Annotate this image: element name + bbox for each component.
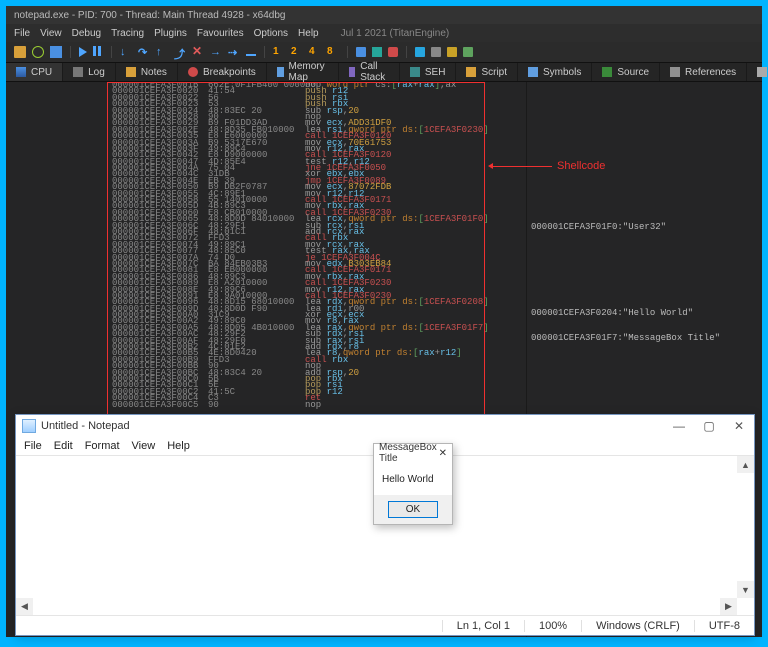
arrow-icon: [492, 166, 552, 167]
tab-breakpoints[interactable]: Breakpoints: [178, 63, 267, 81]
tab-script[interactable]: Script: [456, 63, 518, 81]
scroll-down-icon[interactable]: ▼: [737, 581, 754, 598]
debugger-title-text: notepad.exe - PID: 700 - Thread: Main Th…: [14, 10, 285, 21]
step-out-icon[interactable]: ↑: [156, 46, 168, 58]
hex-2-icon[interactable]: 2: [291, 46, 303, 58]
np-menu-edit[interactable]: Edit: [54, 440, 73, 452]
notepad-icon: [22, 419, 36, 433]
messagebox-title-text: MessageBox Title: [379, 442, 439, 464]
status-encoding: UTF-8: [694, 620, 754, 632]
debugger-tabbar: CPU Log Notes Breakpoints Memory Map Cal…: [6, 62, 762, 82]
tab-cpu[interactable]: CPU: [6, 63, 63, 81]
menu-options[interactable]: Options: [254, 28, 288, 39]
debugger-toolbar: ↓ ↷ ↑ ⤴ ✕ → ⇢ 1 2 4 8: [6, 42, 762, 62]
scroll-left-icon[interactable]: ◀: [16, 598, 33, 615]
trace-over-icon[interactable]: ⇢: [228, 46, 240, 58]
trace-into-icon[interactable]: →: [210, 46, 222, 58]
disasm-row[interactable]: 000001CEFA3F00C590nop: [6, 402, 526, 408]
tab-call-stack[interactable]: Call Stack: [339, 63, 400, 81]
menu-plugins[interactable]: Plugins: [154, 28, 187, 39]
notepad-statusbar: Ln 1, Col 1 100% Windows (CRLF) UTF-8: [16, 615, 754, 635]
np-menu-view[interactable]: View: [132, 440, 156, 452]
restart-icon[interactable]: [32, 46, 44, 58]
shellcode-annotation: Shellcode: [557, 160, 605, 172]
step-into-icon[interactable]: ↓: [120, 46, 132, 58]
np-menu-format[interactable]: Format: [85, 440, 120, 452]
tab-source[interactable]: Source: [592, 63, 660, 81]
open-file-icon[interactable]: [14, 46, 26, 58]
step-over-icon[interactable]: ↷: [138, 46, 150, 58]
xref-msgbox-title: 000001CEFA3F01F7:"MessageBox Title": [531, 333, 720, 343]
comments-icon[interactable]: [388, 47, 398, 57]
messagebox-titlebar: MessageBox Title ✕: [374, 444, 452, 462]
debugger-titlebar: notepad.exe - PID: 700 - Thread: Main Th…: [6, 6, 762, 24]
run-to-user-icon[interactable]: [246, 54, 256, 56]
menu-help[interactable]: Help: [298, 28, 319, 39]
menu-file[interactable]: File: [14, 28, 30, 39]
maximize-button[interactable]: ▢: [694, 415, 724, 437]
scroll-right-icon[interactable]: ▶: [720, 598, 737, 615]
hex-4-icon[interactable]: 4: [309, 46, 321, 58]
tab-threads[interactable]: Threads: [747, 63, 768, 81]
menu-view[interactable]: View: [40, 28, 62, 39]
messagebox-close-icon[interactable]: ✕: [439, 448, 447, 459]
scylla-icon[interactable]: [356, 47, 366, 57]
menu-favourites[interactable]: Favourites: [197, 28, 244, 39]
step-till-ret-icon[interactable]: ⤴: [174, 46, 186, 58]
run-icon[interactable]: [79, 47, 87, 57]
tab-references[interactable]: References: [660, 63, 747, 81]
status-zoom: 100%: [524, 620, 581, 632]
status-position: Ln 1, Col 1: [442, 620, 524, 632]
menu-tracing[interactable]: Tracing: [111, 28, 144, 39]
stop-icon[interactable]: [50, 46, 62, 58]
close-button[interactable]: ✕: [724, 415, 754, 437]
xref-user32: 000001CEFA3F01F0:"User32": [531, 222, 666, 232]
messagebox-body-text: Hello World: [374, 462, 452, 495]
status-eol: Windows (CRLF): [581, 620, 694, 632]
window-controls: — ▢ ✕: [664, 415, 754, 437]
xref-hello-world: 000001CEFA3F0204:"Hello World": [531, 308, 693, 318]
debugger-build-date: Jul 1 2021 (TitanEngine): [341, 28, 450, 39]
patches-icon[interactable]: [372, 47, 382, 57]
minimize-button[interactable]: —: [664, 415, 694, 437]
labels-icon[interactable]: [415, 47, 425, 57]
notepad-title-text: Untitled - Notepad: [41, 420, 130, 432]
menu-debug[interactable]: Debug: [72, 28, 101, 39]
np-menu-help[interactable]: Help: [167, 440, 190, 452]
debugger-menubar: File View Debug Tracing Plugins Favourit…: [6, 24, 762, 42]
functions-icon[interactable]: [447, 47, 457, 57]
tab-seh[interactable]: SEH: [400, 63, 457, 81]
tab-symbols[interactable]: Symbols: [518, 63, 592, 81]
messagebox-dialog: MessageBox Title ✕ Hello World OK: [373, 443, 453, 525]
tab-log[interactable]: Log: [63, 63, 116, 81]
close-icon[interactable]: ✕: [192, 46, 204, 58]
messagebox-footer: OK: [374, 495, 452, 524]
bookmarks-icon[interactable]: [431, 47, 441, 57]
tab-notes[interactable]: Notes: [116, 63, 178, 81]
hex-1-icon[interactable]: 1: [273, 46, 285, 58]
hex-8-icon[interactable]: 8: [327, 46, 339, 58]
scroll-up-icon[interactable]: ▲: [737, 456, 754, 473]
messagebox-ok-button[interactable]: OK: [388, 501, 438, 518]
np-menu-file[interactable]: File: [24, 440, 42, 452]
tab-memory-map[interactable]: Memory Map: [267, 63, 339, 81]
variables-icon[interactable]: [463, 47, 473, 57]
pause-icon[interactable]: [93, 46, 103, 58]
notepad-titlebar: Untitled - Notepad — ▢ ✕: [16, 415, 754, 437]
